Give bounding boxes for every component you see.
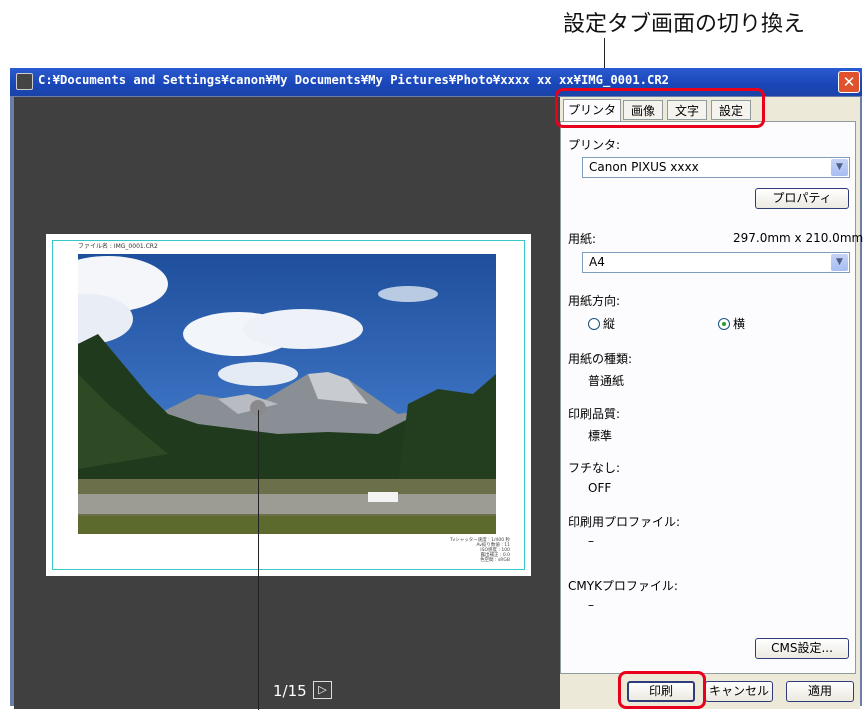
close-button[interactable]: ✕: [838, 71, 860, 93]
caption-line: 色空間 : sRGB: [480, 558, 510, 563]
cmyk-profile-label: CMYKプロファイル:: [568, 579, 678, 593]
cancel-button[interactable]: キャンセル: [705, 681, 773, 702]
portrait-label: 縦: [603, 317, 616, 331]
cms-settings-button[interactable]: CMS設定...: [755, 638, 849, 659]
chevron-down-icon: ▼: [831, 254, 848, 271]
preview-photo[interactable]: [78, 254, 496, 534]
paper-type-label: 用紙の種類:: [568, 352, 633, 366]
quality-value: 標準: [588, 429, 613, 443]
orientation-label: 用紙方向:: [568, 294, 621, 308]
borderless-label: フチなし:: [568, 461, 621, 475]
window-title: C:¥Documents and Settings¥canon¥My Docum…: [38, 73, 670, 87]
annotation-leader-line-bottom: [258, 410, 259, 710]
portrait-radio[interactable]: [588, 318, 600, 330]
apply-button[interactable]: 適用: [786, 681, 854, 702]
file-name-label: ファイル名 : IMG_0001.CR2: [78, 243, 158, 250]
landscape-label: 横: [733, 317, 746, 331]
camera-app-icon: [16, 73, 33, 90]
radio-selected-dot: [722, 322, 726, 326]
paper-type-value: 普通紙: [588, 374, 625, 388]
landscape-radio[interactable]: [718, 318, 730, 330]
tabs-highlight-box: [555, 88, 765, 128]
print-button-highlight-box: [618, 671, 706, 709]
printer-select[interactable]: Canon PIXUS xxxx ▼: [582, 157, 850, 178]
printer-label: プリンタ:: [568, 138, 621, 152]
print-profile-value: –: [588, 534, 594, 548]
paper-size-text: 297.0mm x 210.0mm: [733, 231, 864, 245]
properties-button[interactable]: プロパティ: [755, 188, 849, 209]
chevron-down-icon: ▼: [831, 159, 848, 176]
page-indicator: 1/15: [273, 682, 307, 700]
cmyk-profile-value: –: [588, 598, 594, 612]
paper-select[interactable]: A4 ▼: [582, 252, 850, 273]
borderless-value: OFF: [588, 481, 612, 495]
next-page-button[interactable]: ▷: [313, 681, 332, 699]
exif-caption: Tvシャッター速度 : 1/400 秒 Av絞り数値 : 11 ISO感度 : …: [430, 538, 510, 563]
tab-switch-annotation: 設定タブ画面の切り換え: [563, 12, 806, 37]
quality-label: 印刷品質:: [568, 407, 621, 421]
paper-label: 用紙:: [568, 232, 597, 246]
paper-select-value: A4: [589, 255, 605, 269]
print-profile-label: 印刷用プロファイル:: [568, 515, 681, 529]
landscape-image: [78, 254, 496, 534]
printer-select-value: Canon PIXUS xxxx: [589, 160, 699, 174]
